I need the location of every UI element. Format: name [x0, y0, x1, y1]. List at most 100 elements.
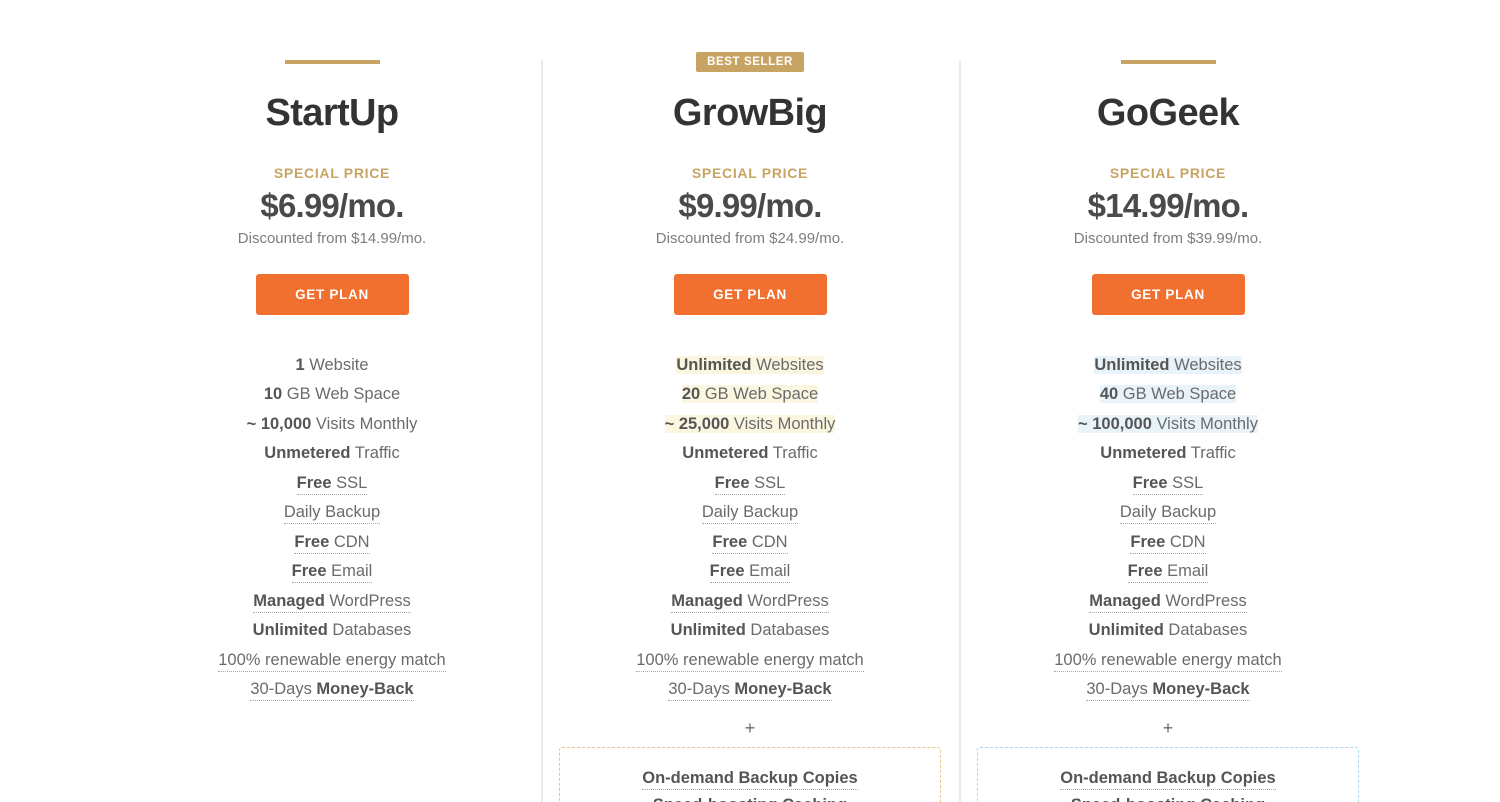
feature-item[interactable]: Free CDN	[959, 528, 1377, 558]
feature-item[interactable]: Managed WordPress	[959, 587, 1377, 617]
feature-text: Unmetered Traffic	[1100, 444, 1236, 463]
feature-item: ~ 10,000 Visits Monthly	[123, 410, 541, 440]
feature-text: Free SSL	[296, 473, 368, 495]
plan-name: GoGeek	[1096, 92, 1240, 134]
get-plan-button[interactable]: GET PLAN	[255, 273, 409, 315]
feature-text: 40 GB Web Space	[1099, 385, 1237, 404]
discounted-from-text: Discounted from $24.99/mo.	[655, 229, 845, 247]
feature-text: Daily Backup	[283, 503, 381, 525]
plan-name: GrowBig	[672, 92, 828, 134]
feature-item[interactable]: Managed WordPress	[123, 587, 541, 617]
feature-item[interactable]: Free CDN	[123, 528, 541, 558]
extras-list: On-demand Backup Copies Speed-boosting Ca…	[988, 766, 1348, 802]
feature-item: 1 Website	[123, 351, 541, 381]
extras-box: On-demand Backup Copies Speed-boosting Ca…	[977, 746, 1359, 802]
extras-item-text: On-demand Backup Copies	[642, 768, 858, 790]
extras-item[interactable]: On-demand Backup Copies	[570, 766, 930, 794]
feature-item[interactable]: 100% renewable energy match	[959, 646, 1377, 676]
plus-separator: +	[744, 717, 756, 738]
feature-text: Free Email	[291, 562, 373, 584]
feature-text: 100% renewable energy match	[636, 650, 864, 672]
column-divider-2	[959, 60, 961, 802]
feature-item: ~ 25,000 Visits Monthly	[541, 410, 959, 440]
feature-text: Unlimited Websites	[1094, 355, 1242, 374]
plan-column-growbig: BEST SELLER GrowBig SPECIAL PRICE $9.99/mo.…	[541, 0, 959, 802]
feature-item[interactable]: Free SSL	[541, 469, 959, 499]
feature-text: Managed WordPress	[253, 591, 411, 613]
feature-text: Free CDN	[294, 532, 370, 554]
feature-text: 30-Days Money-Back	[250, 680, 414, 702]
feature-text: Unmetered Traffic	[682, 444, 818, 463]
feature-text: Daily Backup	[701, 503, 799, 525]
plan-accent-slot	[123, 52, 541, 72]
plan-price: $6.99/mo.	[260, 187, 404, 224]
feature-text: Unlimited Databases	[252, 621, 412, 640]
feature-item: Unlimited Databases	[541, 616, 959, 646]
feature-text: Free CDN	[712, 532, 788, 554]
feature-list: 1 Website 10 GB Web Space ~ 10,000 Visits …	[123, 351, 541, 705]
feature-text: Free SSL	[1132, 473, 1204, 495]
plan-name: StartUp	[265, 92, 399, 134]
plan-column-startup: StartUp SPECIAL PRICE $6.99/mo. Discounted …	[123, 0, 541, 802]
feature-item: Unlimited Websites	[541, 351, 959, 381]
feature-item[interactable]: Daily Backup	[541, 498, 959, 528]
feature-item[interactable]: Free Email	[959, 557, 1377, 587]
feature-text: Free Email	[1127, 562, 1209, 584]
plan-accent-bar	[284, 60, 380, 64]
extras-item[interactable]: Speed-boosting Caching	[570, 793, 930, 802]
get-plan-button[interactable]: GET PLAN	[1091, 273, 1245, 315]
feature-text: Unmetered Traffic	[264, 444, 400, 463]
feature-text: Free CDN	[1130, 532, 1206, 554]
special-price-label: SPECIAL PRICE	[1109, 165, 1227, 181]
extras-list: On-demand Backup Copies Speed-boosting Ca…	[570, 766, 930, 802]
feature-text: 30-Days Money-Back	[668, 680, 832, 702]
left-spacer	[0, 0, 123, 802]
special-price-label: SPECIAL PRICE	[273, 165, 391, 181]
feature-item[interactable]: Daily Backup	[959, 498, 1377, 528]
feature-item[interactable]: 100% renewable energy match	[123, 646, 541, 676]
feature-item[interactable]: 30-Days Money-Back	[959, 675, 1377, 705]
feature-item[interactable]: 30-Days Money-Back	[541, 675, 959, 705]
feature-item: ~ 100,000 Visits Monthly	[959, 410, 1377, 440]
feature-text: ~ 100,000 Visits Monthly	[1078, 414, 1258, 433]
feature-text: Unlimited Databases	[670, 621, 830, 640]
feature-item: 40 GB Web Space	[959, 380, 1377, 410]
plus-separator: +	[1162, 717, 1174, 738]
feature-item[interactable]: Free SSL	[123, 469, 541, 499]
feature-text: 30-Days Money-Back	[1086, 680, 1250, 702]
get-plan-button[interactable]: GET PLAN	[673, 273, 827, 315]
extras-item-text: On-demand Backup Copies	[1060, 768, 1276, 790]
feature-text: 10 GB Web Space	[263, 385, 401, 404]
plan-accent-slot	[959, 52, 1377, 72]
feature-text: ~ 10,000 Visits Monthly	[246, 414, 418, 433]
plan-accent-bar	[1120, 60, 1216, 64]
feature-item[interactable]: Free SSL	[959, 469, 1377, 499]
feature-text: Daily Backup	[1119, 503, 1217, 525]
feature-text: 1 Website	[295, 355, 369, 374]
extras-item[interactable]: On-demand Backup Copies	[988, 766, 1348, 794]
feature-text: ~ 25,000 Visits Monthly	[664, 414, 836, 433]
feature-item[interactable]: Free CDN	[541, 528, 959, 558]
plan-accent-slot: BEST SELLER	[541, 51, 959, 73]
feature-item[interactable]: Free Email	[123, 557, 541, 587]
feature-item: 10 GB Web Space	[123, 380, 541, 410]
feature-text: Free Email	[709, 562, 791, 584]
extras-item-text: Speed-boosting Caching	[652, 796, 848, 802]
feature-text: 100% renewable energy match	[218, 650, 446, 672]
feature-item[interactable]: 100% renewable energy match	[541, 646, 959, 676]
feature-item: Unlimited Databases	[959, 616, 1377, 646]
feature-item[interactable]: 30-Days Money-Back	[123, 675, 541, 705]
feature-item[interactable]: Daily Backup	[123, 498, 541, 528]
feature-item[interactable]: Free Email	[541, 557, 959, 587]
feature-list: Unlimited Websites 40 GB Web Space ~ 100,0…	[959, 351, 1377, 705]
plan-columns: StartUp SPECIAL PRICE $6.99/mo. Discounted …	[123, 0, 1377, 802]
right-spacer	[1377, 0, 1500, 802]
extras-box: On-demand Backup Copies Speed-boosting Ca…	[559, 746, 941, 802]
discounted-from-text: Discounted from $14.99/mo.	[237, 229, 427, 247]
feature-item[interactable]: Managed WordPress	[541, 587, 959, 617]
feature-text: 20 GB Web Space	[681, 385, 819, 404]
column-divider-1	[541, 60, 543, 802]
feature-text: Managed WordPress	[1089, 591, 1247, 613]
feature-text: Unlimited Databases	[1088, 621, 1248, 640]
extras-item[interactable]: Speed-boosting Caching	[988, 793, 1348, 802]
